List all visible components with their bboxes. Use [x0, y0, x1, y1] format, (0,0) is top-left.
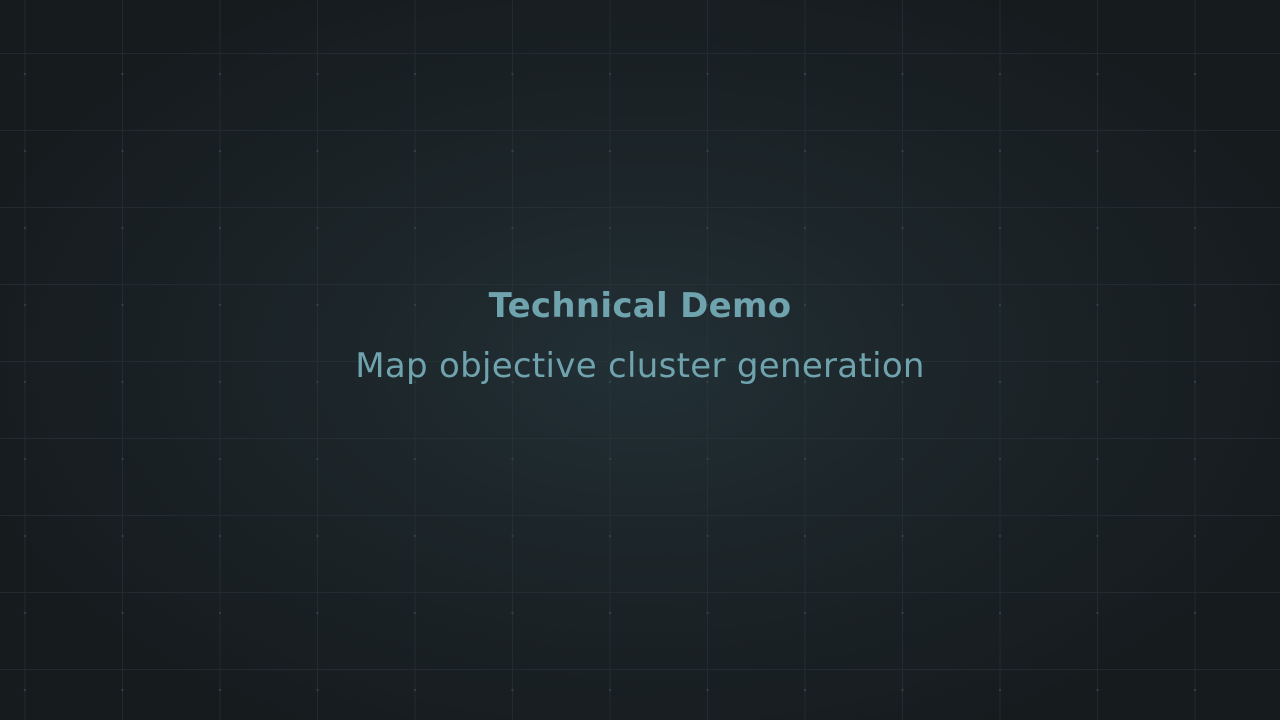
grid-dot — [413, 688, 417, 692]
grid-dot — [413, 149, 417, 153]
grid-dot — [413, 534, 417, 538]
slide-title: Technical Demo — [488, 286, 792, 326]
grid-dot — [803, 149, 807, 153]
grid-dot — [803, 457, 807, 461]
grid-dot — [1193, 72, 1197, 76]
title-block: Technical Demo Map objective cluster gen… — [0, 284, 1280, 388]
grid-dot — [121, 72, 124, 76]
grid-dot — [901, 611, 904, 615]
grid-dot — [998, 611, 1002, 615]
grid-dot — [218, 534, 222, 538]
grid-dot — [316, 534, 319, 538]
grid-dot — [803, 72, 807, 76]
grid-dot — [901, 688, 904, 692]
grid-dot — [1096, 457, 1099, 461]
grid-dot — [803, 226, 807, 230]
grid-dot — [608, 457, 612, 461]
grid-dot — [121, 534, 124, 538]
grid-dot — [1096, 534, 1099, 538]
slide-subtitle: Map objective cluster generation — [355, 346, 925, 386]
grid-dot — [218, 611, 222, 615]
grid-dot — [1193, 149, 1197, 153]
grid-dot — [511, 72, 514, 76]
grid-dot — [413, 611, 417, 615]
grid-dot — [1193, 226, 1197, 230]
grid-dot — [706, 226, 709, 230]
grid-dot — [413, 72, 417, 76]
grid-dot — [23, 226, 27, 230]
grid-dot — [511, 534, 514, 538]
grid-dot — [23, 457, 27, 461]
grid-dot — [608, 611, 612, 615]
grid-dot — [608, 534, 612, 538]
grid-dot — [511, 226, 514, 230]
grid-dot — [1096, 688, 1099, 692]
grid-dot — [608, 72, 612, 76]
grid-dot — [803, 688, 807, 692]
grid-dot — [608, 226, 612, 230]
grid-dot — [1096, 149, 1099, 153]
grid-dot — [218, 226, 222, 230]
grid-dot — [121, 226, 124, 230]
grid-dot — [1096, 72, 1099, 76]
grid-dot — [23, 149, 27, 153]
grid-dot — [608, 149, 612, 153]
grid-dot — [23, 688, 27, 692]
grid-dot — [316, 72, 319, 76]
grid-dot — [706, 611, 709, 615]
grid-dot — [706, 149, 709, 153]
grid-dot — [901, 149, 904, 153]
grid-dot — [901, 226, 904, 230]
grid-dot — [901, 457, 904, 461]
grid-dot — [316, 226, 319, 230]
grid-dot — [511, 457, 514, 461]
grid-dot — [23, 534, 27, 538]
grid-dot — [608, 688, 612, 692]
grid-dot — [998, 457, 1002, 461]
grid-dot — [23, 72, 27, 76]
grid-dot — [1193, 688, 1197, 692]
grid-dot — [316, 149, 319, 153]
grid-dot — [511, 688, 514, 692]
grid-dot — [901, 72, 904, 76]
grid-dot — [316, 688, 319, 692]
grid-dot — [998, 72, 1002, 76]
grid-dot — [1193, 457, 1197, 461]
grid-dot — [1193, 534, 1197, 538]
grid-dot — [316, 611, 319, 615]
grid-dot — [998, 534, 1002, 538]
grid-dot — [218, 457, 222, 461]
grid-dot — [706, 534, 709, 538]
grid-dot — [121, 611, 124, 615]
grid-dot — [803, 534, 807, 538]
grid-dot — [1096, 226, 1099, 230]
grid-dot — [511, 149, 514, 153]
grid-dot — [121, 457, 124, 461]
grid-dot — [901, 534, 904, 538]
grid-dot — [218, 149, 222, 153]
grid-dot — [1193, 611, 1197, 615]
grid-dot — [998, 149, 1002, 153]
grid-dot — [218, 72, 222, 76]
grid-dot — [121, 149, 124, 153]
grid-dot — [23, 611, 27, 615]
grid-dot — [316, 457, 319, 461]
grid-dot — [706, 457, 709, 461]
grid-dot — [413, 226, 417, 230]
grid-dot — [706, 72, 709, 76]
grid-dot — [121, 688, 124, 692]
grid-dot — [803, 611, 807, 615]
grid-dot — [998, 226, 1002, 230]
grid-dot — [706, 688, 709, 692]
grid-dot — [413, 457, 417, 461]
grid-dot — [1096, 611, 1099, 615]
title-slide: Technical Demo Map objective cluster gen… — [0, 0, 1280, 720]
grid-dot — [511, 611, 514, 615]
grid-dot — [998, 688, 1002, 692]
grid-dot — [218, 688, 222, 692]
